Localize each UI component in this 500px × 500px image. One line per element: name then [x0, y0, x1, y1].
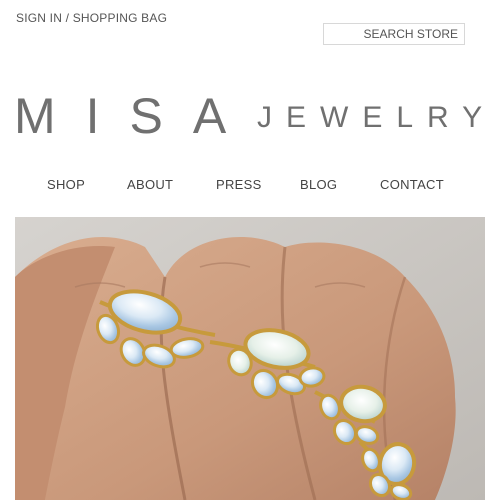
- nav-item-contact[interactable]: CONTACT: [380, 177, 444, 192]
- nav-item-blog[interactable]: BLOG: [300, 177, 337, 192]
- main-nav: SHOP ABOUT PRESS BLOG CONTACT: [0, 177, 500, 195]
- shopping-bag-link[interactable]: SHOPPING BAG: [73, 11, 167, 25]
- opal-rings-photo-icon: [15, 217, 485, 500]
- page: SIGN IN / SHOPPING BAG MISA JEWELRY SHOP…: [0, 0, 500, 500]
- sign-in-link[interactable]: SIGN IN: [16, 11, 62, 25]
- logo-wordmark-misa: MISA: [14, 88, 257, 144]
- search-box: [323, 23, 465, 45]
- nav-item-press[interactable]: PRESS: [216, 177, 262, 192]
- hero-image[interactable]: [15, 217, 485, 500]
- account-links: SIGN IN / SHOPPING BAG: [16, 11, 167, 25]
- search-input[interactable]: [324, 24, 464, 44]
- nav-item-shop[interactable]: SHOP: [47, 177, 85, 192]
- logo-wordmark-jewelry: JEWELRY: [257, 101, 497, 134]
- account-links-separator: /: [62, 11, 73, 25]
- site-logo[interactable]: MISA JEWELRY: [14, 88, 488, 144]
- nav-item-about[interactable]: ABOUT: [127, 177, 173, 192]
